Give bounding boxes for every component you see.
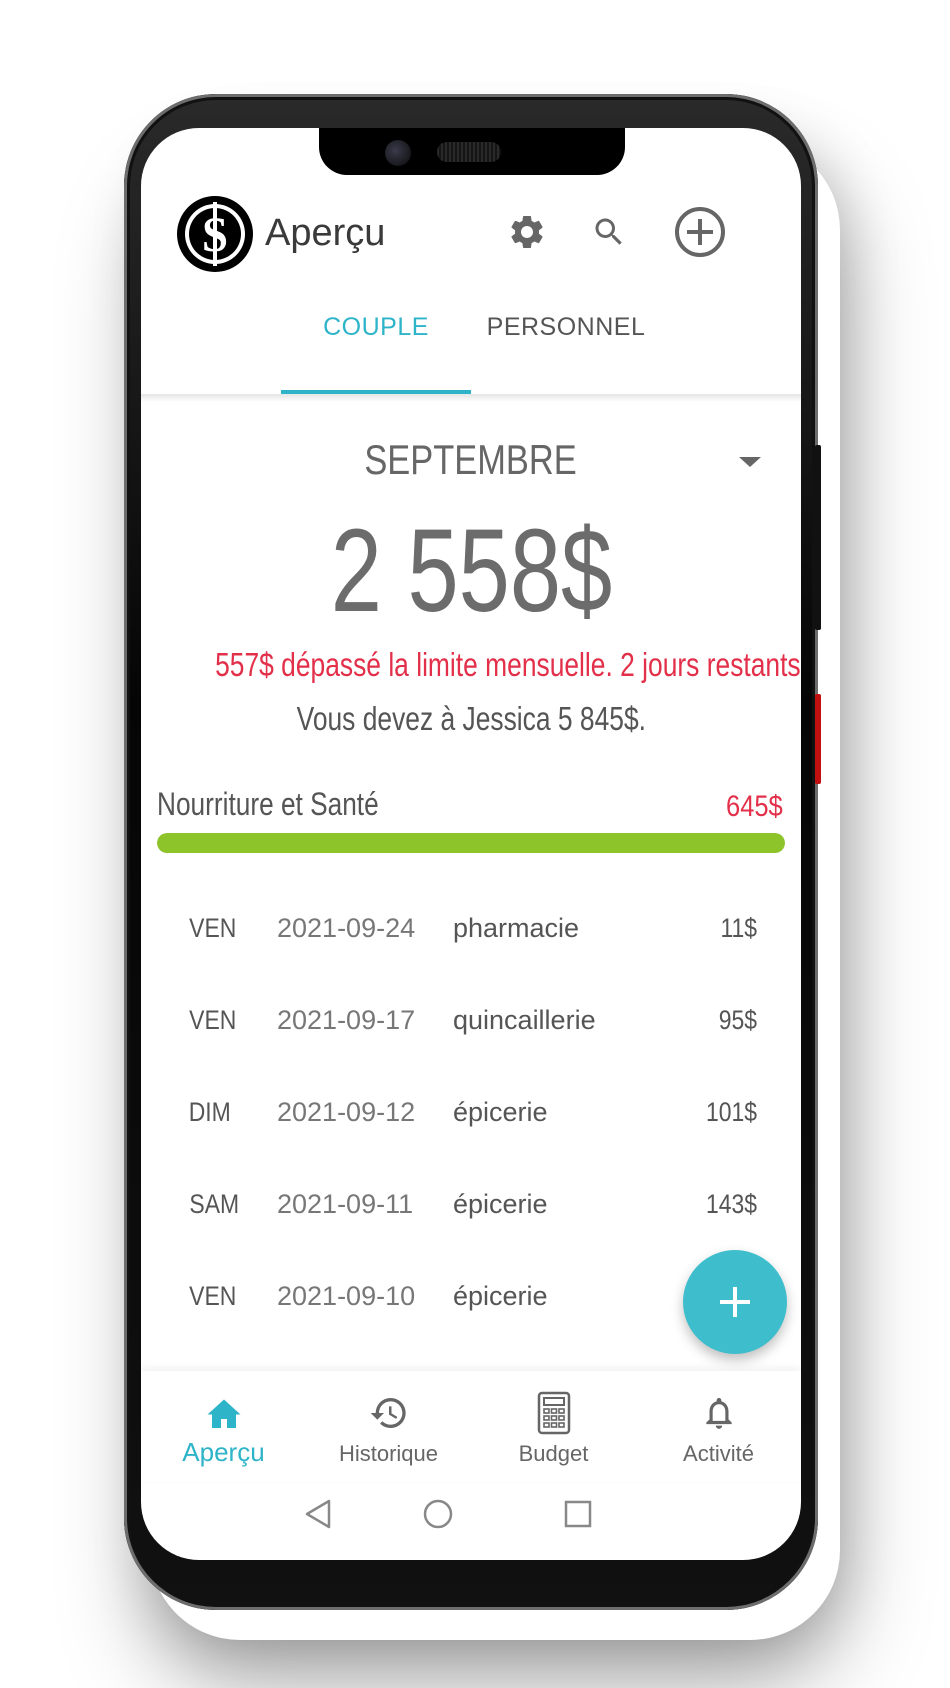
app-screen: $ Aperçu COUPLE PERSONNEL SEPTEMBRE 2 55…: [141, 128, 801, 1560]
notch: [319, 128, 625, 175]
transaction-description: épicerie: [453, 1189, 548, 1219]
calculator-icon: [471, 1389, 636, 1437]
transaction-description: épicerie: [453, 1097, 548, 1127]
transaction-amount: 101$: [705, 1097, 757, 1127]
tab-divider: [141, 394, 801, 402]
transaction-day: VEN: [189, 1005, 237, 1035]
transaction-amount: 11$: [720, 913, 757, 943]
limit-warning: 557$ dépassé la limite mensuelle. 2 jour…: [215, 646, 801, 683]
nav-label: Historique: [338, 1441, 439, 1466]
month-selector[interactable]: SEPTEMBRE: [141, 436, 801, 484]
recents-square-icon[interactable]: [561, 1497, 595, 1536]
category-progress-fill: [157, 833, 785, 853]
add-transaction-button[interactable]: [683, 1250, 787, 1354]
nav-label: Aperçu: [182, 1437, 265, 1467]
total-amount: 2 558$: [330, 505, 612, 637]
history-icon: [306, 1389, 471, 1437]
nav-label: Activité: [683, 1441, 754, 1466]
debt-message: Vous devez à Jessica 5 845$.: [296, 700, 646, 737]
camera: [385, 140, 411, 166]
power-button: [815, 694, 821, 784]
nav-budget[interactable]: Budget: [471, 1371, 636, 1481]
nav-historique[interactable]: Historique: [306, 1371, 471, 1481]
transaction-description: épicerie: [453, 1281, 548, 1311]
system-navigation-bar: [141, 1483, 801, 1553]
home-icon: [141, 1389, 306, 1437]
nav-label: Budget: [518, 1441, 589, 1466]
settings-gear-icon[interactable]: [503, 208, 551, 256]
category-progress-bar: [157, 833, 785, 853]
app-logo: $: [177, 196, 253, 272]
transaction-date: 2021-09-17: [277, 1005, 416, 1035]
tab-couple[interactable]: COUPLE: [281, 313, 471, 381]
category-amount: 645$: [726, 790, 783, 823]
transaction-date: 2021-09-10: [277, 1281, 416, 1311]
transaction-date: 2021-09-11: [277, 1189, 414, 1219]
transaction-row[interactable]: DIM 2021-09-12 épicerie 101$: [141, 1067, 801, 1159]
transaction-day: VEN: [189, 913, 237, 943]
transaction-amount: 95$: [718, 1005, 757, 1035]
transaction-day: VEN: [189, 1281, 237, 1311]
bell-icon: [636, 1389, 801, 1437]
add-circle-icon[interactable]: [673, 205, 727, 259]
dropdown-arrow-icon[interactable]: [739, 457, 761, 467]
transaction-row[interactable]: SAM 2021-09-11 épicerie 143$: [141, 1159, 801, 1251]
search-icon[interactable]: [585, 208, 633, 256]
plus-icon: [720, 1287, 750, 1317]
transaction-day: DIM: [188, 1097, 231, 1127]
transaction-row[interactable]: VEN 2021-09-24 pharmacie 11$: [141, 883, 801, 975]
page-title: Aperçu: [265, 212, 386, 254]
transaction-description: pharmacie: [453, 913, 580, 943]
tab-personnel[interactable]: PERSONNEL: [471, 313, 661, 381]
back-icon[interactable]: [301, 1497, 335, 1536]
transaction-row[interactable]: VEN 2021-09-17 quincaillerie 95$: [141, 975, 801, 1067]
volume-button: [815, 445, 821, 630]
transaction-date: 2021-09-24: [277, 913, 416, 943]
nav-apercu[interactable]: Aperçu: [141, 1371, 306, 1481]
nav-activite[interactable]: Activité: [636, 1371, 801, 1481]
bottom-navigation: Aperçu Historique Budget Activité: [141, 1371, 801, 1481]
category-label: Nourriture et Santé: [157, 786, 379, 822]
home-circle-icon[interactable]: [421, 1497, 455, 1536]
transaction-date: 2021-09-12: [277, 1097, 416, 1127]
speaker-grille: [437, 142, 501, 162]
month-label: SEPTEMBRE: [364, 436, 578, 483]
transaction-day: SAM: [189, 1189, 240, 1219]
transaction-amount: 143$: [705, 1189, 757, 1219]
transaction-description: quincaillerie: [453, 1005, 596, 1035]
tab-bar: COUPLE PERSONNEL: [141, 313, 801, 381]
